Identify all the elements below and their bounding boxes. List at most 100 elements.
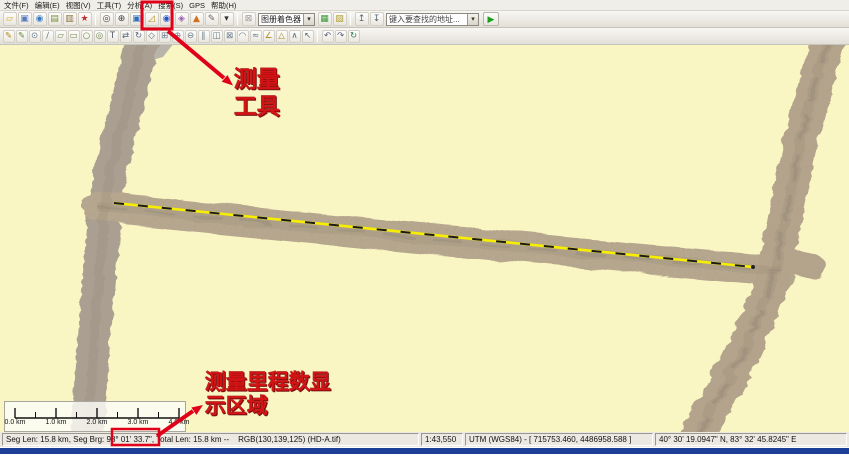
measure-segment-button[interactable]: ∠ (263, 30, 275, 43)
toolbar-icon: ◎ (103, 15, 111, 24)
scale-label: 0.0 km (0, 419, 30, 426)
redraw-button[interactable]: ↻ (348, 30, 360, 43)
toolbar-icon: ◇ (148, 32, 155, 41)
toolbar-separator (350, 13, 351, 25)
address-search-placeholder: 键入要查找的地址... (387, 14, 467, 25)
move-feature-button[interactable]: ⇄ (120, 30, 132, 43)
toolbar-icon: ✎ (5, 32, 12, 41)
delete-vertex-button[interactable]: ⊖ (185, 30, 197, 43)
digitizer-edit-button[interactable]: ✎ (3, 30, 15, 43)
menu-item[interactable]: 视图(V) (63, 0, 94, 11)
open-file-button[interactable]: ▱ (3, 12, 17, 26)
rotate-feature-button[interactable]: ↻ (133, 30, 145, 43)
menu-item[interactable]: 帮助(H) (208, 0, 239, 11)
crop-areas-button[interactable]: ⊠ (224, 30, 236, 43)
toolbar-icon: ◿ (148, 15, 155, 24)
split-line-button[interactable]: ∥ (198, 30, 210, 43)
chevron-down-icon[interactable]: ▾ (303, 14, 314, 25)
toolbar-icon: T (110, 32, 115, 41)
toolbar-icon: ▱ (57, 32, 64, 41)
main-toolbar: ▱ ▣ ◉ ▤ ▥ ★ ◎ ⊕ ▣ ◿ (0, 11, 849, 28)
toolbar-icon: ⊕ (118, 15, 126, 24)
toolbar-icon: ⊞ (161, 32, 168, 41)
measure-area-button[interactable]: △ (276, 30, 288, 43)
map-viewport[interactable]: 0.0 km 1.0 km 2.0 km 3.0 km 4.0 km (0, 45, 849, 432)
toolbar-icon: ◉ (163, 15, 171, 24)
search-go-button[interactable]: ▶ (483, 12, 499, 26)
chevron-down-icon[interactable]: ▾ (467, 14, 478, 25)
road-track (690, 45, 827, 432)
toolbar-icon: ⊖ (187, 32, 194, 41)
toolbar-icon: ⊠ (226, 32, 233, 41)
toolbar-icon: ▾ (224, 15, 229, 24)
favorites-button[interactable]: ★ (78, 12, 92, 26)
undo-button[interactable]: ↶ (322, 30, 334, 43)
create-rectangle-button[interactable]: ▭ (68, 30, 80, 43)
capture-screen-button[interactable]: ▨ (333, 12, 347, 26)
tools-toolbar-group: ◿ ◉ ◈ ▲ ✎ ▾ (144, 12, 234, 26)
full-view-button[interactable]: ▣ (130, 12, 144, 26)
load-online-data-button[interactable]: ◉ (33, 12, 47, 26)
palette-button[interactable]: ◈ (175, 12, 189, 26)
feature-info-button[interactable]: ◉ (160, 12, 174, 26)
digitizer-tools-group: ✎ ✎ ⊙ ∕ ▱ ▭ ○ ◎ T ⇄ ↻ ◇ (2, 30, 314, 43)
scale-bar: 0.0 km 1.0 km 2.0 km 3.0 km 4.0 km (4, 401, 186, 432)
terrain-3d-button[interactable]: ▲ (190, 12, 204, 26)
zoom-tool-button[interactable]: ◎ (100, 12, 114, 26)
lock-views-button[interactable]: ⊠ (242, 12, 256, 26)
save-workspace-button[interactable]: ▣ (18, 12, 32, 26)
toolbar-icon: ▥ (65, 15, 74, 24)
create-text-button[interactable]: T (107, 30, 119, 43)
toolbar-icon: ▲ (193, 15, 200, 24)
toolbar-icon: ★ (80, 15, 88, 24)
create-line-button[interactable]: ∕ (42, 30, 54, 43)
menu-item[interactable]: 分析(A) (124, 0, 155, 11)
address-search-combo[interactable]: 键入要查找的地址... ▾ (386, 13, 479, 26)
scale-label: 2.0 km (82, 419, 112, 426)
file-toolbar-group: ▱ ▣ ◉ ▤ ▥ ★ (2, 12, 92, 26)
play-icon: ▶ (488, 14, 495, 25)
toolbar-icon: ◎ (96, 32, 103, 41)
digitizer-button[interactable]: ✎ (205, 12, 219, 26)
bottom-strip (0, 447, 849, 461)
measure-tool-button[interactable]: ◿ (145, 12, 159, 26)
taskbar-edge (0, 448, 849, 454)
snap-toggle-button[interactable]: ≈ (250, 30, 262, 43)
load-next-button[interactable]: ↧ (370, 12, 384, 26)
toolbar-icon: ↧ (373, 15, 381, 24)
add-vertex-button[interactable]: ⊕ (172, 30, 184, 43)
zoom-in-button[interactable]: ⊕ (115, 12, 129, 26)
toolbar-icon: ✎ (18, 32, 25, 41)
menu-item[interactable]: GPS (186, 1, 208, 10)
toolbar-icon: ▱ (6, 15, 13, 24)
edit-vertices-button[interactable]: ⊞ (159, 30, 171, 43)
raster-toolbar-group: ▦ ▨ (317, 12, 347, 26)
menu-item[interactable]: 编辑(E) (32, 0, 63, 11)
export-raster-button[interactable]: ▦ (318, 12, 332, 26)
redo-button[interactable]: ↷ (335, 30, 347, 43)
create-circle-button[interactable]: ○ (81, 30, 93, 43)
create-point-button[interactable]: ⊙ (29, 30, 41, 43)
menu-item[interactable]: 文件(F) (1, 0, 32, 11)
digitizer-edit-green-button[interactable]: ✎ (16, 30, 28, 43)
shader-combo[interactable]: 图册着色器 ▾ (258, 13, 315, 26)
more-tools-dropdown[interactable]: ▾ (220, 12, 234, 26)
menu-bar: 文件(F) 编辑(E) 视图(V) 工具(T) 分析(A) 搜索(S) GPS … (0, 0, 849, 11)
scale-label: 3.0 km (123, 419, 153, 426)
toolbar-icon: ○ (83, 32, 90, 41)
toolbar-icon: ∕ (46, 32, 49, 41)
scale-feature-button[interactable]: ◇ (146, 30, 158, 43)
load-previous-button[interactable]: ↥ (355, 12, 369, 26)
open-all-layers-button[interactable]: ▤ (48, 12, 62, 26)
menu-item[interactable]: 搜索(S) (155, 0, 186, 11)
menu-item[interactable]: 工具(T) (94, 0, 125, 11)
combine-areas-button[interactable]: ◫ (211, 30, 223, 43)
buffer-button[interactable]: ◠ (237, 30, 249, 43)
create-range-rings-button[interactable]: ◎ (94, 30, 106, 43)
create-area-button[interactable]: ▱ (55, 30, 67, 43)
map-canvas (0, 45, 849, 432)
overlay-control-center-button[interactable]: ▥ (63, 12, 77, 26)
status-pixel-rgb: RGB(130,139,125) (HD-A.tif) (238, 434, 341, 445)
profile-path-button[interactable]: ∧ (289, 30, 301, 43)
select-features-button[interactable]: ↖ (302, 30, 314, 43)
